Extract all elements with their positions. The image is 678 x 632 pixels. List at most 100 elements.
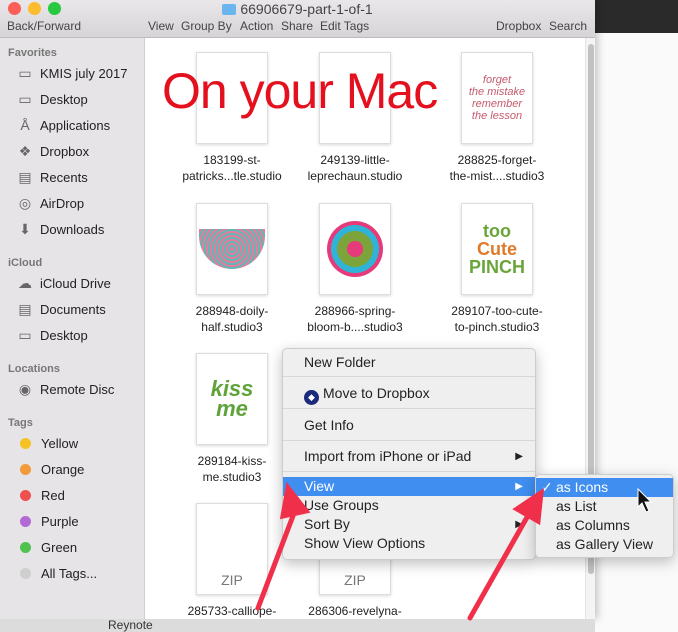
menu-item-move-to-dropbox[interactable]: ◆ Move to Dropbox <box>283 384 535 405</box>
file-item[interactable]: ZIP285733-calliope-script_font font zip <box>172 503 292 619</box>
sidebar-item[interactable]: Purple <box>16 511 79 531</box>
file-item[interactable]: forget the mistake remember the lesson 28882… <box>437 52 557 184</box>
sidebar-item-label: Green <box>41 539 78 555</box>
zip-label: ZIP <box>344 572 366 588</box>
submenu-arrow-icon: ▶ <box>515 519 523 530</box>
sidebar-item-label: All Tags... <box>41 565 98 581</box>
sidebar-item-label: Dropbox <box>40 143 90 159</box>
share-button[interactable]: Share <box>281 19 313 33</box>
file-name: 288966-spring- <box>314 304 396 318</box>
sidebar-item[interactable]: ◎ AirDrop <box>16 193 84 213</box>
menu-label: Import from iPhone or iPad <box>304 448 472 464</box>
menu-item-view[interactable]: View ▶ <box>283 477 535 496</box>
sidebar-item[interactable]: Green <box>16 537 77 557</box>
background-window-strip: Reynote <box>0 619 595 632</box>
sidebar-item-label: Orange <box>41 461 85 477</box>
file-item[interactable]: kiss me 289184-kiss-me.studio3 <box>172 353 292 485</box>
file-thumbnail <box>319 203 391 295</box>
sidebar-item[interactable]: ▭ KMIS july 2017 <box>16 63 127 83</box>
menu-item-get-info[interactable]: Get Info <box>283 416 535 435</box>
file-name: 286306-revelyna- <box>308 604 402 618</box>
file-name: the-mist....studio3 <box>449 169 545 183</box>
submenu-item-as-gallery-view[interactable]: as Gallery View <box>536 535 673 554</box>
desktop-icon: ▭ <box>18 326 32 343</box>
file-name: 288825-forget- <box>457 153 537 167</box>
back-forward-button[interactable]: Back/Forward <box>7 19 81 33</box>
view-button[interactable]: View <box>148 19 174 33</box>
checkmark-icon: ✓ <box>541 479 553 495</box>
dropbox-icon: ❖ <box>18 142 32 159</box>
sidebar-item-label: KMIS july 2017 <box>40 65 128 81</box>
sidebar-item-label: Desktop <box>40 91 88 107</box>
menu-label: View <box>304 478 335 494</box>
file-name: 289107-too-cute- <box>451 304 543 318</box>
file-item[interactable]: too Cute PINCH 289107-too-cute-to-pinch.stu… <box>437 203 557 335</box>
tag-color-icon <box>20 515 31 527</box>
desktop-icon: ▭ <box>18 90 32 107</box>
airdrop-icon: ◎ <box>18 194 32 211</box>
dropbox-icon: ◆ <box>304 390 319 405</box>
dropbox-button[interactable]: Dropbox <box>496 19 541 33</box>
sidebar-header: Tags <box>8 417 33 429</box>
zip-label: ZIP <box>221 572 243 588</box>
file-thumbnail: forget the mistake remember the lesson <box>461 52 533 144</box>
sidebar-item-label: Documents <box>40 301 106 317</box>
sidebar-item-label: Applications <box>40 117 111 133</box>
sidebar-item[interactable]: Orange <box>16 459 84 479</box>
submenu-arrow-icon: ▶ <box>515 451 523 462</box>
menu-label: Move to Dropbox <box>323 385 430 401</box>
file-name: bloom-b....studio3 <box>307 320 403 334</box>
search-button[interactable]: Search <box>549 19 587 33</box>
tag-color-icon <box>20 567 31 579</box>
menu-item-use-groups[interactable]: Use Groups <box>283 496 535 515</box>
cloud-icon: ☁ <box>18 274 32 291</box>
sidebar-header: iCloud <box>8 257 43 269</box>
menu-item-sort-by[interactable]: Sort By ▶ <box>283 515 535 534</box>
sidebar-item-label: iCloud Drive <box>40 275 111 291</box>
tag-color-icon <box>20 489 31 501</box>
file-name: me.studio3 <box>202 470 262 484</box>
sidebar-item[interactable]: Red <box>16 485 65 505</box>
file-name: 289184-kiss- <box>197 454 267 468</box>
sidebar-item[interactable]: ▤ Recents <box>16 167 87 187</box>
menu-item-show-view-options[interactable]: Show View Options <box>283 534 535 553</box>
edit-tags-button[interactable]: Edit Tags <box>320 19 369 33</box>
file-item[interactable]: 288948-doily-half.studio3 <box>172 203 292 335</box>
submenu-item-as-icons[interactable]: ✓ as Icons <box>536 478 673 497</box>
file-name: 285733-calliope- <box>187 604 277 618</box>
toolbar: 66906679-part-1-of-1 Back/Forward View G… <box>0 0 595 38</box>
file-name: 183199-st- <box>203 153 261 167</box>
disc-icon: ◉ <box>18 380 32 397</box>
sidebar-item[interactable]: ▤ Documents <box>16 299 106 319</box>
sidebar-item[interactable]: All Tags... <box>16 563 97 583</box>
file-name: 249139-little- <box>320 153 390 167</box>
sidebar-item-label: Purple <box>41 513 79 529</box>
sidebar-item[interactable]: Yellow <box>16 433 78 453</box>
sidebar-item-label: AirDrop <box>40 195 85 211</box>
sidebar-item[interactable]: Å Applications <box>16 115 110 135</box>
background-text: Reynote <box>108 618 153 632</box>
file-thumbnail: too Cute PINCH <box>461 203 533 295</box>
action-button[interactable]: Action <box>240 19 273 33</box>
sidebar-item[interactable]: ☁ iCloud Drive <box>16 273 111 293</box>
sidebar-item[interactable]: ▭ Desktop <box>16 325 88 345</box>
file-thumbnail <box>196 203 268 295</box>
sidebar-item[interactable]: ▭ Desktop <box>16 89 88 109</box>
group-by-button[interactable]: Group By <box>181 19 232 33</box>
sidebar-item[interactable]: ❖ Dropbox <box>16 141 89 161</box>
sidebar-item[interactable]: ⬇ Downloads <box>16 219 104 239</box>
sidebar-item-label: Desktop <box>40 327 88 343</box>
menu-separator <box>283 408 535 409</box>
menu-item-new-folder[interactable]: New Folder <box>283 353 535 372</box>
file-item[interactable]: 288966-spring-bloom-b....studio3 <box>295 203 415 335</box>
folder-icon: ▭ <box>18 64 32 81</box>
sidebar-item-label: Yellow <box>41 435 79 451</box>
submenu-item-as-columns[interactable]: as Columns <box>536 516 673 535</box>
submenu-item-as-list[interactable]: as List <box>536 497 673 516</box>
recents-icon: ▤ <box>18 168 32 185</box>
menu-item-import[interactable]: Import from iPhone or iPad ▶ <box>283 447 535 466</box>
sidebar-item[interactable]: ◉ Remote Disc <box>16 379 115 399</box>
menu-separator <box>283 471 535 472</box>
file-name: to-pinch.studio3 <box>454 320 540 334</box>
tag-color-icon <box>20 437 31 449</box>
